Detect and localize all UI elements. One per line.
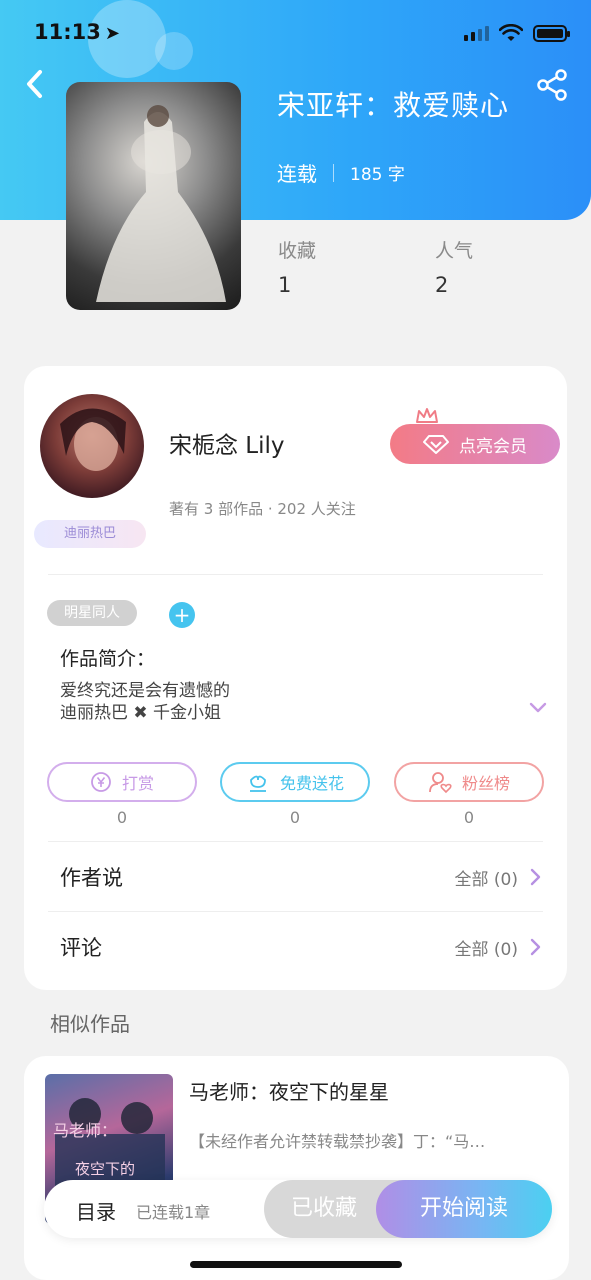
add-tag-button[interactable]: + <box>169 602 195 628</box>
share-icon[interactable] <box>535 68 569 102</box>
avatar-illustration <box>60 408 126 471</box>
toc-button[interactable]: 目录 <box>76 1196 116 1225</box>
status-time-text: 11:13 <box>34 20 101 44</box>
stat-value: 2 <box>435 273 449 297</box>
tip-label: 打赏 <box>121 774 154 793</box>
meta-divider <box>333 163 334 182</box>
comments-title: 评论 <box>60 936 102 960</box>
wifi-icon <box>499 24 523 41</box>
word-count: 185 字 <box>350 165 405 185</box>
fan-ranking-button[interactable]: 粉丝榜 <box>394 762 544 802</box>
intro-label: 作品简介： <box>60 648 156 670</box>
location-arrow-icon: ➤ <box>104 23 120 44</box>
serial-status: 连载 <box>277 162 317 186</box>
author-avatar[interactable] <box>40 394 144 498</box>
fan-count: 0 <box>463 808 475 827</box>
flower-icon <box>249 775 266 792</box>
send-flower-button[interactable]: 免费送花 <box>220 762 370 802</box>
book-cover[interactable] <box>66 82 241 310</box>
decorative-bubble <box>155 32 193 70</box>
stat-value: 1 <box>278 273 292 297</box>
author-says-all-label: 全部 (0) <box>454 869 518 890</box>
comments-row[interactable]: 评论 全部 (0) <box>60 932 542 962</box>
similar-work-desc: 【未经作者允许禁转载禁抄袭】丁：“马… <box>189 1132 486 1151</box>
send-flower-label: 免费送花 <box>279 774 344 793</box>
author-says-title: 作者说 <box>60 866 123 890</box>
svg-text:夜空下的: 夜空下的 <box>75 1160 135 1178</box>
intro-line: 迪丽热巴 ✖ 千金小姐 <box>60 703 222 723</box>
comments-all-label: 全部 (0) <box>454 939 518 960</box>
author-says-row[interactable]: 作者说 全部 (0) <box>60 862 542 892</box>
book-title: 宋亚轩：救爱赎心 <box>277 89 510 122</box>
author-name[interactable]: 宋栀念 Lily <box>169 426 285 460</box>
stat-label: 人气 <box>435 240 474 262</box>
chevron-right-icon <box>530 938 541 956</box>
author-card: 迪丽热巴 宋栀念 Lily 著有 3 部作品 · 202 人关注 点亮会员 明星… <box>24 366 567 990</box>
svg-text:马老师：: 马老师： <box>53 1121 117 1140</box>
fan-ranking-label: 粉丝榜 <box>461 774 510 793</box>
divider <box>48 911 543 912</box>
start-reading-label: 开始阅读 <box>419 1196 508 1221</box>
intro-text: 爱终究还是会有遗憾的 迪丽热巴 ✖ 千金小姐 <box>60 680 230 724</box>
cover-illustration <box>96 105 226 302</box>
fan-heart-icon <box>429 772 452 794</box>
diamond-icon <box>423 435 449 454</box>
signal-icon <box>464 25 489 41</box>
tip-count: 0 <box>116 808 128 827</box>
stat-popularity: 人气 2 <box>435 236 473 297</box>
crown-icon <box>416 408 438 423</box>
author-says-all[interactable]: 全部 (0) <box>455 865 542 890</box>
chevron-down-icon[interactable] <box>527 696 549 718</box>
tip-button[interactable]: 打赏 <box>47 762 197 802</box>
home-indicator <box>190 1261 402 1268</box>
chevron-right-icon <box>530 868 541 886</box>
start-reading-button[interactable]: 开始阅读 <box>376 1180 552 1238</box>
divider <box>48 574 543 575</box>
status-indicators <box>464 24 570 42</box>
divider <box>48 841 543 842</box>
book-meta: 连载 185 字 <box>277 158 405 187</box>
category-tag[interactable]: 明星同人 <box>47 600 137 626</box>
similar-work-title: 马老师：夜空下的星星 <box>189 1080 389 1104</box>
activate-vip-button[interactable]: 点亮会员 <box>390 424 560 464</box>
intro-line: 爱终究还是会有遗憾的 <box>60 681 230 701</box>
collected-button-label: 已收藏 <box>290 1196 357 1221</box>
author-fan-tag: 迪丽热巴 <box>34 520 146 548</box>
status-time: 11:13 ➤ <box>34 20 120 44</box>
bottom-action-bar: 目录 已连载1章 已收藏 开始阅读 <box>44 1180 552 1238</box>
battery-icon <box>533 24 570 42</box>
author-meta: 著有 3 部作品 · 202 人关注 <box>169 500 356 518</box>
serial-chapters-label: 已连载1章 <box>136 1203 211 1222</box>
stat-collect: 收藏 1 <box>278 236 316 297</box>
yuan-coin-icon <box>91 772 111 792</box>
similar-works-header: 相似作品 <box>50 1012 130 1036</box>
stat-label: 收藏 <box>278 240 317 262</box>
similar-work-card[interactable]: 马老师： 夜空下的 马老师：夜空下的星星 【未经作者允许禁转载禁抄袭】丁：“马… <box>24 1056 569 1280</box>
vip-button-label: 点亮会员 <box>459 436 527 457</box>
flower-count: 0 <box>289 808 301 827</box>
comments-all[interactable]: 全部 (0) <box>455 935 542 960</box>
back-button[interactable] <box>20 66 50 102</box>
